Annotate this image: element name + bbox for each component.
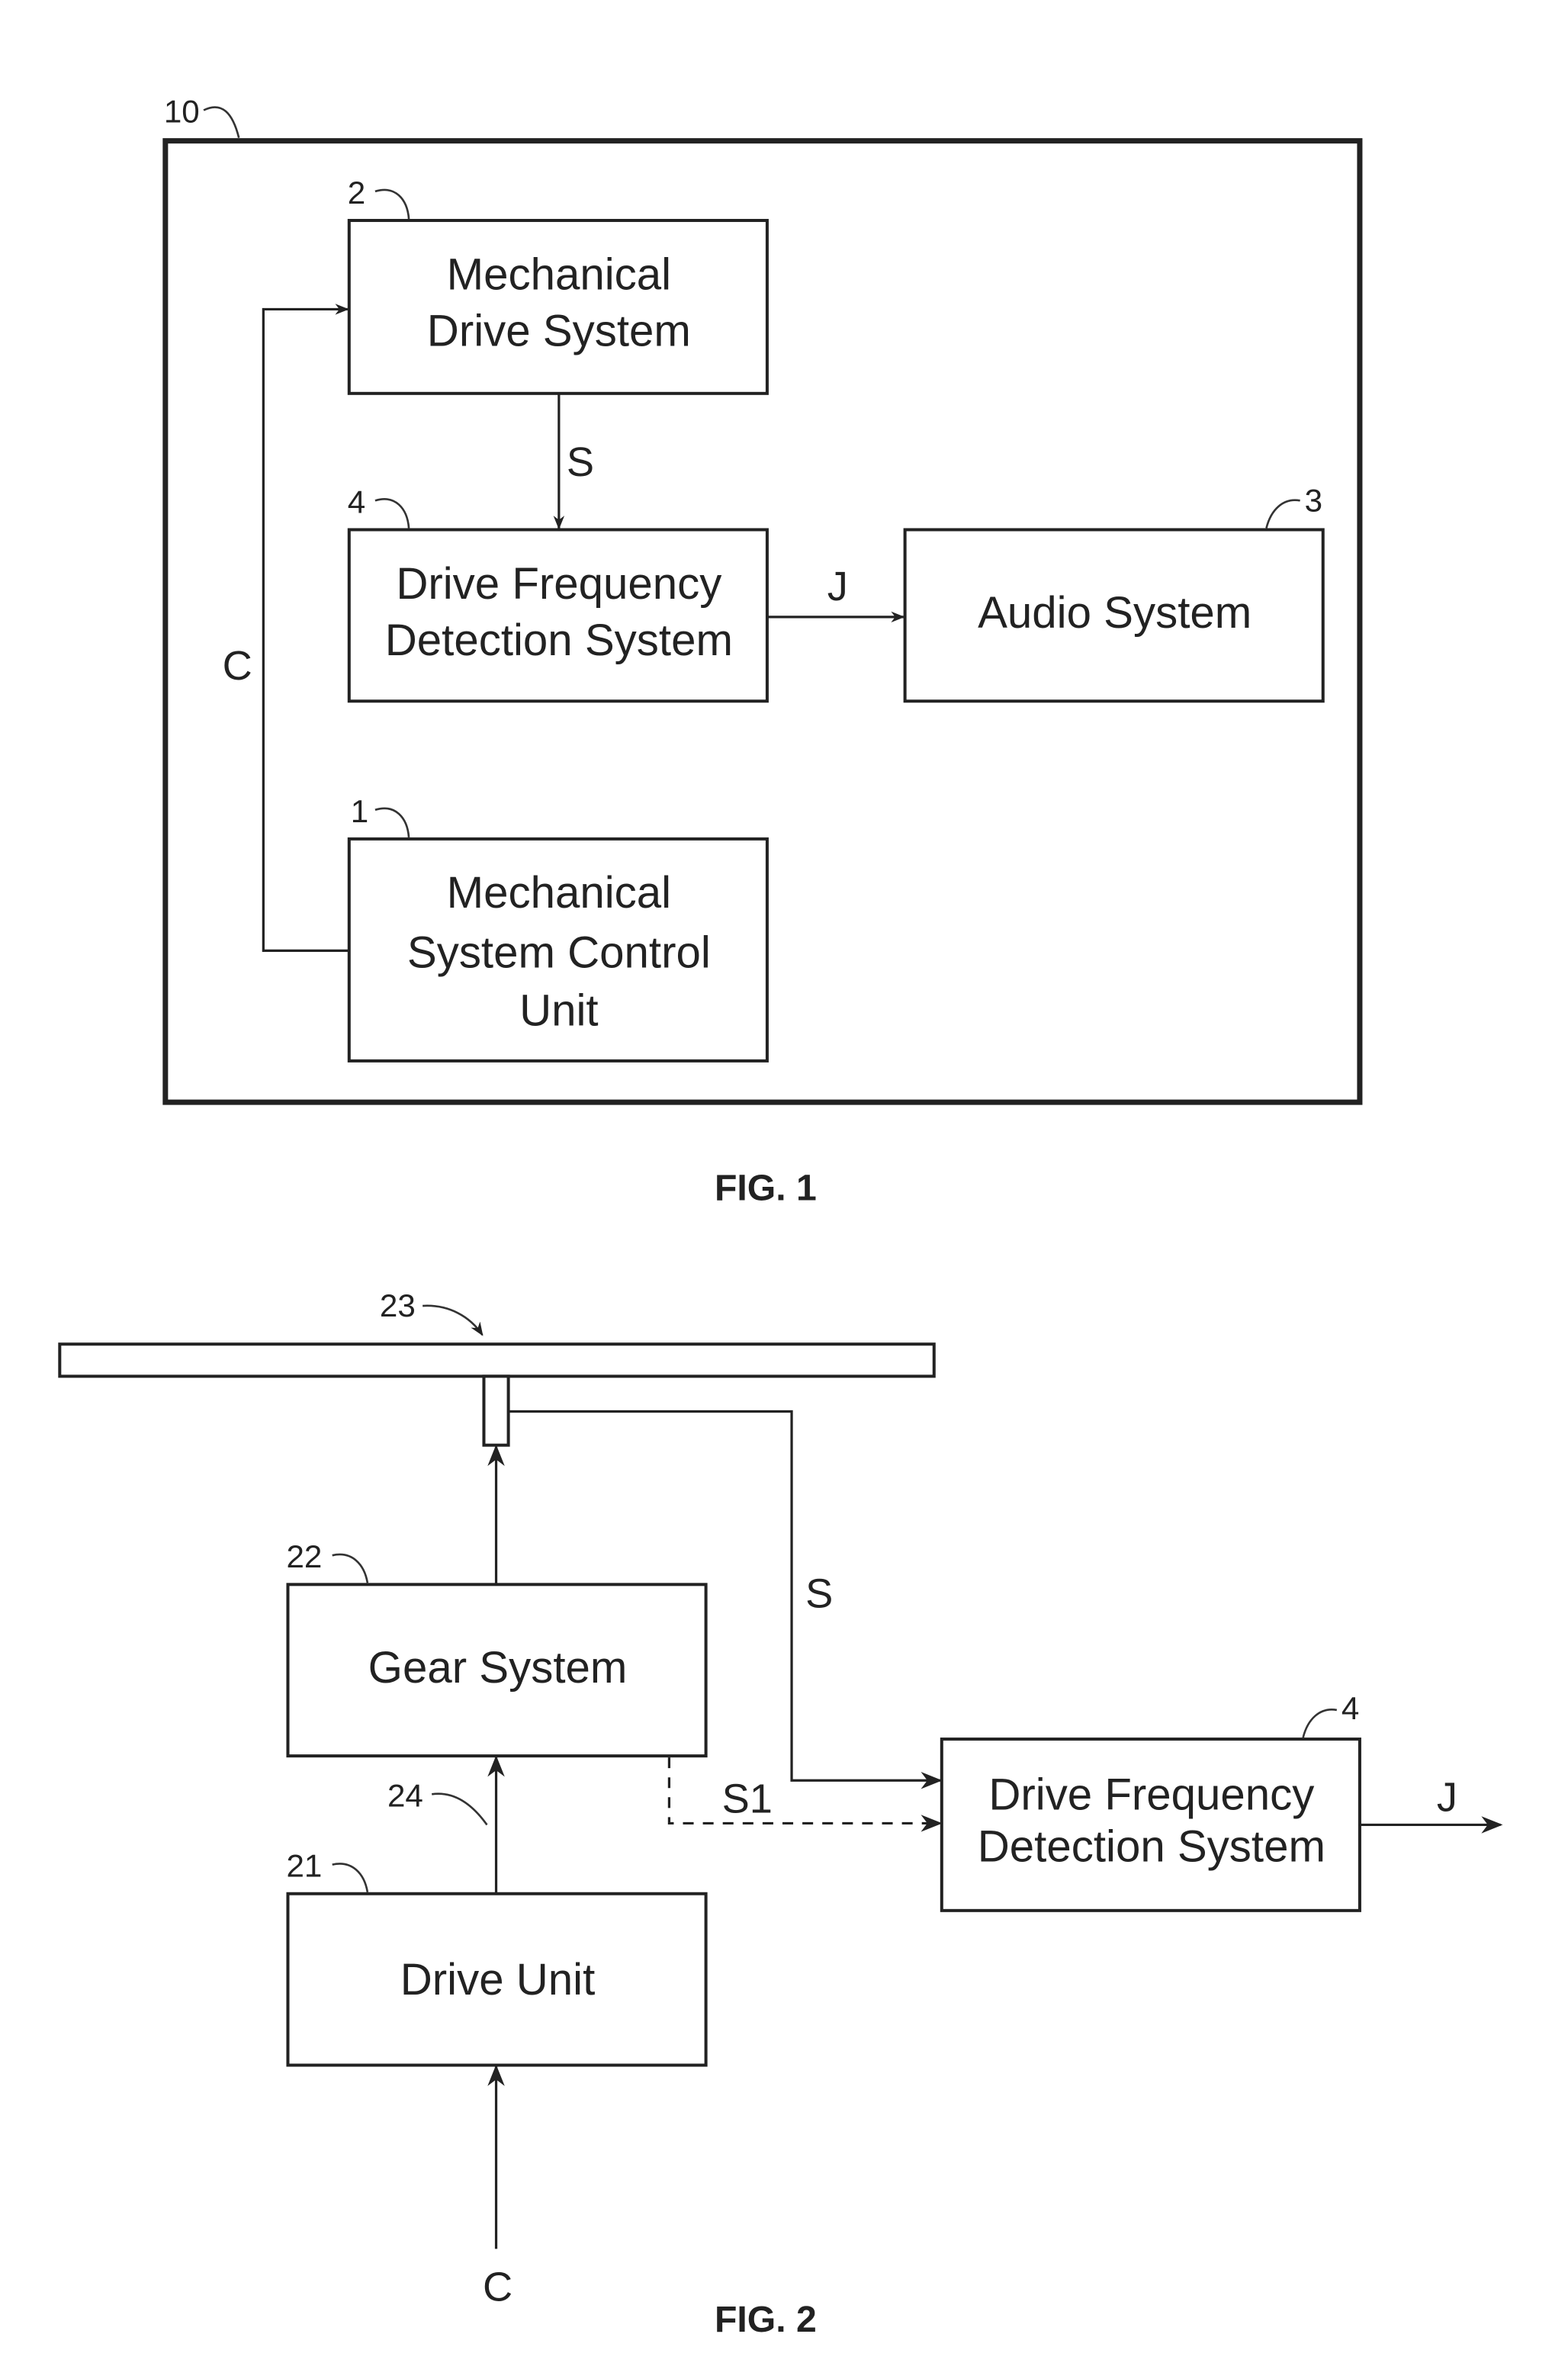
leader-4: [374, 498, 410, 529]
block-drive-frequency-detection-2: Drive Frequency Detection System 4: [940, 1690, 1361, 1912]
block-label-line: Drive Frequency: [988, 1770, 1314, 1819]
arrow-s1-dashed: [667, 1757, 943, 1832]
signal-label-j2: J: [1437, 1774, 1457, 1820]
leader-22: [332, 1553, 369, 1583]
block-label-line: Mechanical: [447, 249, 671, 299]
ref-21: 21: [286, 1848, 322, 1884]
signal-label-s2: S: [805, 1570, 833, 1616]
block-label-line: System Control: [407, 927, 711, 977]
ref-24: 24: [387, 1777, 423, 1813]
leader-24: [432, 1792, 488, 1826]
ref-4: 4: [348, 484, 365, 519]
leader-21: [332, 1863, 369, 1892]
leader-2: [374, 188, 410, 220]
ref-2: 2: [348, 175, 365, 211]
ref-4b: 4: [1341, 1690, 1359, 1726]
block-label-line: Drive Frequency: [396, 559, 721, 609]
figure-1: 10 Mechanical Drive System 2 Drive Frequ…: [162, 94, 1363, 1209]
block-label-line: Drive System: [427, 307, 691, 356]
signal-label-c2: C: [483, 2265, 512, 2310]
signal-label-s1: S1: [722, 1776, 773, 1821]
ref-22: 22: [286, 1538, 322, 1574]
block-label-line: Audio System: [978, 588, 1252, 638]
shaft-stub: [482, 1374, 510, 1447]
plate-23: [58, 1342, 936, 1378]
leader-3: [1265, 499, 1300, 529]
block-mechanical-drive-system: Mechanical Drive System 2: [347, 175, 769, 395]
arrow-c: [262, 304, 349, 953]
leader-1: [374, 807, 410, 837]
block-label-line: Gear System: [368, 1643, 628, 1693]
block-control-unit: Mechanical System Control Unit 1: [347, 793, 769, 1063]
signal-label-c: C: [223, 643, 252, 689]
figure-2-caption: FIG. 2: [715, 2299, 817, 2340]
leader-4b: [1302, 1708, 1338, 1738]
patent-drawing-sheet: 10 Mechanical Drive System 2 Drive Frequ…: [58, 94, 1503, 2340]
block-label-line: Drive Unit: [400, 1955, 596, 2004]
ref-10: 10: [164, 94, 200, 130]
figure-2: 23 Gear System 22 Drive Unit 21 Drive Fr…: [58, 1288, 1503, 2340]
block-audio-system: Audio System 3: [903, 482, 1325, 703]
ref-23: 23: [380, 1288, 416, 1323]
block-drive-frequency-detection: Drive Frequency Detection System 4: [347, 484, 769, 703]
block-label-line: Unit: [519, 986, 599, 1036]
leader-23: [423, 1304, 484, 1336]
ref-3: 3: [1305, 482, 1322, 518]
block-label-line: Mechanical: [447, 868, 671, 918]
block-label-line: Detection System: [385, 616, 733, 665]
figure-1-caption: FIG. 1: [715, 1168, 817, 1209]
leader-10: [203, 106, 240, 138]
block-label-line: Detection System: [978, 1822, 1325, 1872]
signal-label-j: J: [827, 564, 848, 609]
ref-1: 1: [351, 793, 368, 829]
signal-label-s: S: [567, 439, 594, 485]
